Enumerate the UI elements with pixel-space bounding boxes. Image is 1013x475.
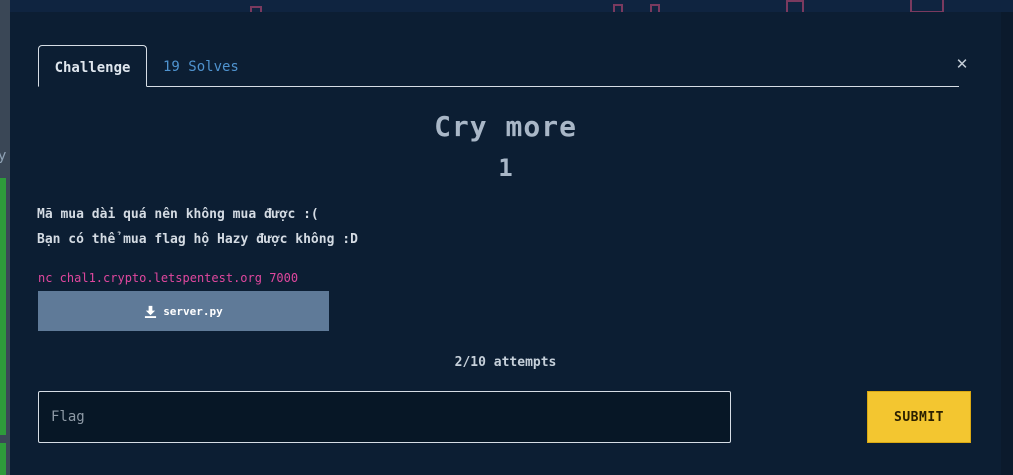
challenge-description: Mã mua dài quá nên không mua được :( Bạn… (37, 202, 358, 252)
close-icon[interactable]: ✕ (954, 57, 970, 72)
tab-solves[interactable]: 19 Solves (163, 45, 239, 85)
challenge-points: 1 (498, 154, 513, 182)
background-glyph: y (0, 148, 7, 164)
connection-command: nc chal1.crypto.letspentest.org 7000 (38, 271, 299, 285)
description-line: Mã mua dài quá nên không mua được :( (37, 207, 319, 222)
background-green-bar (0, 178, 6, 435)
challenge-title: Cry more (434, 110, 577, 143)
background-green-bar (0, 443, 6, 475)
submit-button[interactable]: SUBMIT (867, 391, 971, 443)
file-name: server.py (163, 304, 223, 318)
background-panel-right (1001, 12, 1013, 475)
description-line: Bạn có thể mua flag hộ Hazy được không :… (37, 232, 358, 247)
attempts-counter: 2/10 attempts (454, 355, 557, 370)
download-icon (145, 305, 157, 318)
flag-input[interactable] (38, 391, 731, 443)
challenge-modal: Challenge 19 Solves ✕ Cry more 1 Mã mua … (10, 12, 1001, 475)
background-panel-left: y (0, 0, 10, 475)
modal-tabs: Challenge 19 Solves (38, 45, 959, 87)
download-file-button[interactable]: server.py (38, 291, 329, 331)
tab-challenge[interactable]: Challenge (38, 45, 147, 87)
